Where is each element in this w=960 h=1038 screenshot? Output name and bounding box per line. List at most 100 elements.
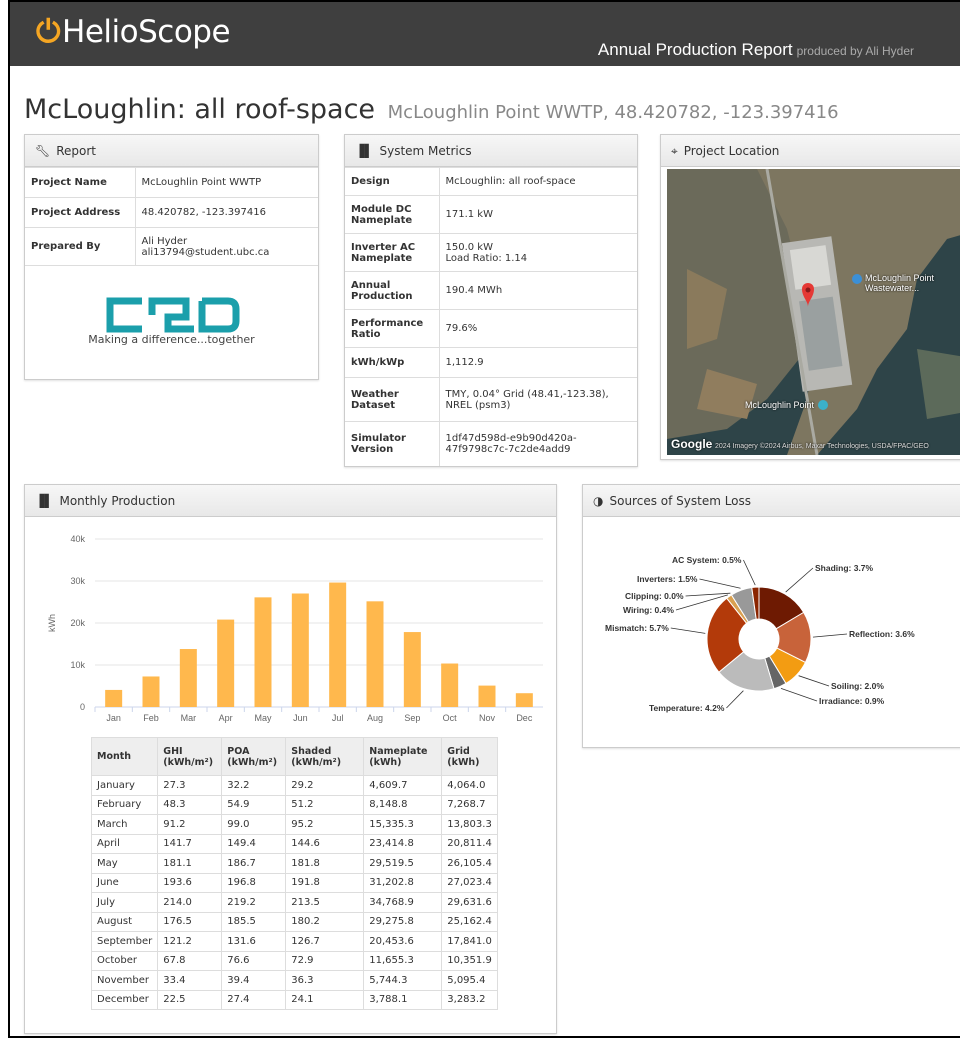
table-cell: 4,064.0 xyxy=(441,775,498,796)
table-cell: 36.3 xyxy=(285,970,365,991)
table-cell: 27.4 xyxy=(221,989,287,1010)
table-row: May 181.1 186.7 181.8 29,519.5 26,105.4 xyxy=(90,853,498,874)
y-tick-label: 10k xyxy=(70,660,85,670)
metric-value: 190.4 MWh xyxy=(439,271,637,310)
leader-line xyxy=(812,633,848,638)
table-cell: 141.7 xyxy=(157,833,223,854)
slice-label: Reflection: 3.6% xyxy=(849,629,915,639)
table-cell: 186.7 xyxy=(221,853,287,874)
slice-label: Inverters: 1.5% xyxy=(637,574,698,584)
bar-apr xyxy=(217,619,235,707)
table-cell: 180.2 xyxy=(285,911,365,932)
table-cell: 196.8 xyxy=(221,872,287,893)
table-cell: 33.4 xyxy=(157,970,223,991)
wrench-icon: 🔧︎ xyxy=(35,144,51,158)
table-cell: 20,453.6 xyxy=(363,931,443,952)
table-cell: 51.2 xyxy=(285,794,365,815)
table-row: Project Name McLoughlin Point WWTP xyxy=(25,167,318,198)
page-title: McLoughlin: all roof-space McLoughlin Po… xyxy=(24,94,839,125)
leader-line xyxy=(726,690,744,709)
bar-nov xyxy=(478,685,496,707)
report-panel-header: 🔧︎ Report xyxy=(25,135,318,167)
slice-label: Irradiance: 0.9% xyxy=(819,696,885,706)
slice-label: Temperature: 4.2% xyxy=(649,703,725,713)
col-header-month: Month xyxy=(90,737,159,776)
table-cell: November xyxy=(90,970,159,991)
col-header-grid: Grid (kWh) xyxy=(441,737,498,776)
satellite-map[interactable]: McLoughlin Point Wastewater... McLoughli… xyxy=(667,169,960,455)
report-value: McLoughlin Point WWTP xyxy=(135,167,318,198)
table-cell: 72.9 xyxy=(285,950,365,971)
crd-logo-mark xyxy=(106,297,239,333)
table-cell: 219.2 xyxy=(221,892,287,913)
table-cell: June xyxy=(90,872,159,893)
table-cell: July xyxy=(90,892,159,913)
leader-line xyxy=(785,567,814,593)
table-cell: 27.3 xyxy=(157,775,223,796)
metric-key: Performance Ratio xyxy=(345,309,440,348)
x-tick-label: Nov xyxy=(479,713,496,723)
table-cell: January xyxy=(90,775,159,796)
table-row: February 48.3 54.9 51.2 8,148.8 7,268.7 xyxy=(90,794,498,815)
bar-feb xyxy=(142,676,160,707)
monthly-heading: Monthly Production xyxy=(59,494,176,508)
col-header-shaded: Shaded (kWh/m²) xyxy=(285,737,365,776)
table-cell: 4,609.7 xyxy=(363,775,443,796)
metric-key: Annual Production xyxy=(345,271,440,310)
bar-sep xyxy=(403,632,421,707)
slice-label: Wiring: 0.4% xyxy=(623,605,674,615)
x-tick-label: Feb xyxy=(143,713,159,723)
metrics-heading: System Metrics xyxy=(379,144,472,158)
x-tick-label: Oct xyxy=(443,713,458,723)
leader-line xyxy=(670,627,706,634)
metric-value: TMY, 0.04° Grid (48.41,-123.38), NREL (p… xyxy=(439,377,637,422)
table-cell: 76.6 xyxy=(221,950,287,971)
metric-key: Simulator Version xyxy=(345,421,440,466)
pie-chart-icon: ◑ xyxy=(593,494,604,508)
leader-line xyxy=(780,687,818,702)
table-cell: February xyxy=(90,794,159,815)
table-row: Prepared By Ali Hyder ali13794@student.ub… xyxy=(25,227,318,266)
col-header-ghi: GHI (kWh/m²) xyxy=(157,737,223,776)
report-table: Project Name McLoughlin Point WWTP Proje… xyxy=(25,167,318,267)
bar-jul xyxy=(329,582,347,707)
table-cell: 48.3 xyxy=(157,794,223,815)
x-tick-label: Jan xyxy=(106,713,121,723)
y-axis-label: kWh xyxy=(47,614,57,632)
table-row: April 141.7 149.4 144.6 23,414.8 20,811.4 xyxy=(90,833,498,854)
table-cell: 181.8 xyxy=(285,853,365,874)
preparer-email: ali13794@student.ubc.ca xyxy=(141,246,270,258)
table-cell: 99.0 xyxy=(221,814,287,835)
helioscope-logo[interactable]: ⏻HelioScope xyxy=(36,14,231,51)
table-row: August 176.5 185.5 180.2 29,275.8 25,162.4 xyxy=(90,911,498,932)
y-tick-label: 30k xyxy=(70,576,85,586)
bar-oct xyxy=(441,663,459,707)
table-cell: 149.4 xyxy=(221,833,287,854)
produced-by: produced by Ali Hyder xyxy=(796,44,914,58)
table-row: Module DC Nameplate 171.1 kW xyxy=(345,195,637,234)
table-row: Inverter AC Nameplate 150.0 kW Load Ratio:… xyxy=(345,233,637,272)
leader-line xyxy=(743,559,756,586)
x-tick-label: Dec xyxy=(516,713,533,723)
report-value: Ali Hyder ali13794@student.ubc.ca xyxy=(135,227,318,266)
table-cell: 25,162.4 xyxy=(441,911,498,932)
location-heading: Project Location xyxy=(683,144,780,158)
table-cell: August xyxy=(90,911,159,932)
table-cell: 67.8 xyxy=(157,950,223,971)
metric-value: McLoughlin: all roof-space xyxy=(439,167,637,196)
leader-line xyxy=(685,592,731,597)
loss-heading: Sources of System Loss xyxy=(609,494,752,508)
load-ratio: Load Ratio: 1.14 xyxy=(445,252,528,264)
monthly-table: Month GHI (kWh/m²) POA (kWh/m²) Shaded (kWh… xyxy=(90,737,498,1010)
table-row: March 91.2 99.0 95.2 15,335.3 13,803.3 xyxy=(90,814,498,835)
bar-chart-icon: ▐▌ xyxy=(355,144,374,158)
table-cell: 10,351.9 xyxy=(441,950,498,971)
table-row: December 22.5 27.4 24.1 3,788.1 3,283.2 xyxy=(90,989,498,1010)
table-cell: 95.2 xyxy=(285,814,365,835)
system-metrics-panel: ▐▌ System Metrics Design McLoughlin: all r… xyxy=(344,134,638,467)
table-cell: 24.1 xyxy=(285,989,365,1010)
table-cell: 193.6 xyxy=(157,872,223,893)
bar-jan xyxy=(105,689,123,707)
map-label-point: McLoughlin Point xyxy=(745,400,815,410)
x-tick-label: Jul xyxy=(332,713,344,723)
